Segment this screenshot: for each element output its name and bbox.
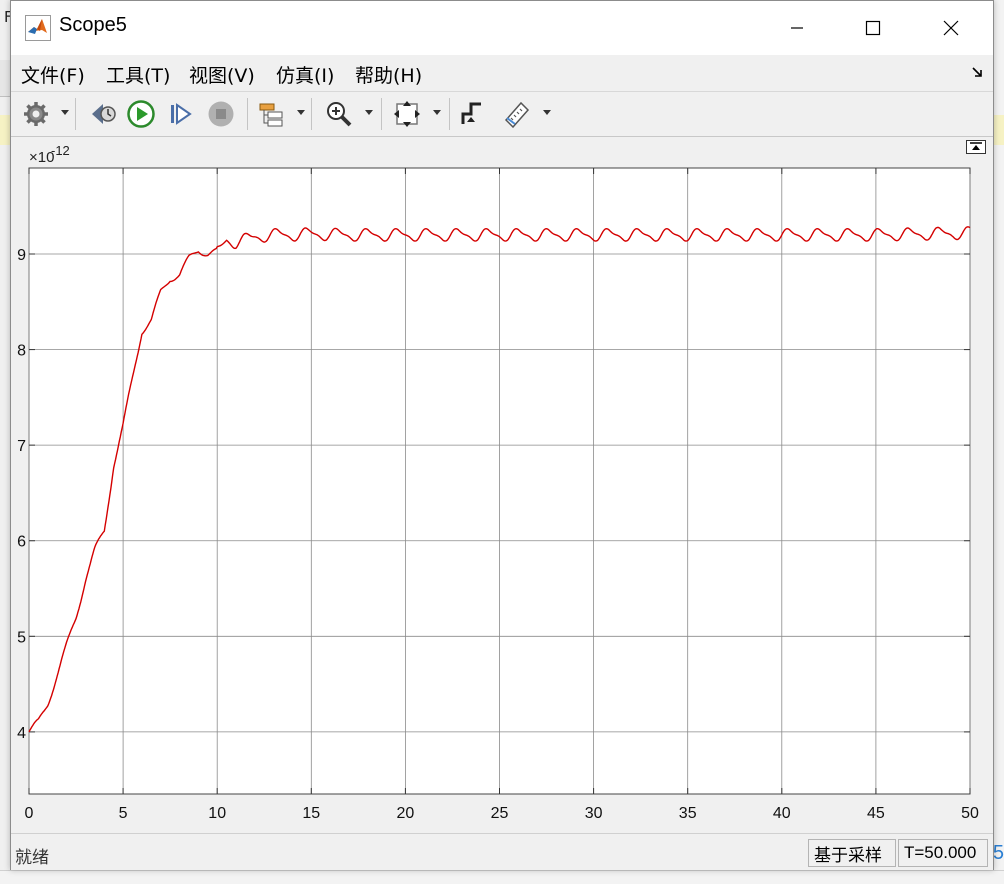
settings-button[interactable] — [21, 98, 51, 130]
menu-help[interactable]: 帮助(H) — [355, 61, 422, 88]
stop-icon — [208, 101, 234, 127]
status-time: T=50.000 — [898, 839, 988, 867]
measurements-button[interactable] — [501, 98, 533, 130]
run-icon — [127, 100, 155, 128]
maximize-icon — [865, 20, 881, 36]
y-exponent-power: -12 — [51, 143, 70, 158]
maximize-button[interactable] — [845, 1, 901, 55]
zoom-in-icon — [327, 102, 352, 127]
toolbar-separator — [311, 98, 312, 130]
settings-dropdown-arrow[interactable] — [61, 110, 69, 115]
step-forward-icon — [171, 103, 192, 125]
undock-arrow-icon[interactable] — [971, 65, 985, 79]
x-tick-label: 5 — [119, 805, 128, 822]
x-tick-label: 15 — [302, 805, 320, 822]
status-mode: 基于采样 — [808, 839, 896, 867]
x-tick-label: 35 — [679, 805, 697, 822]
zoom-dropdown-arrow[interactable] — [365, 110, 373, 115]
x-tick-label: 10 — [208, 805, 226, 822]
x-tick-label: 40 — [773, 805, 791, 822]
toolbar-separator — [247, 98, 248, 130]
triggers-icon — [461, 102, 481, 124]
x-tick-label: 50 — [961, 805, 979, 822]
stop-button[interactable] — [205, 98, 237, 130]
status-state: 就绪 — [15, 848, 49, 868]
matlab-logo-icon — [25, 15, 51, 41]
step-back-button[interactable] — [87, 98, 119, 130]
x-tick-label: 0 — [25, 805, 34, 822]
step-back-icon — [92, 104, 116, 124]
toolbar-separator — [449, 98, 450, 130]
close-button[interactable] — [923, 1, 979, 55]
scope-display[interactable]: ×10 -12 0 5 10 15 20 25 30 35 40 45 50 4 5 6 7 8 9 — [11, 137, 993, 831]
x-tick-label: 45 — [867, 805, 885, 822]
menu-bar: 文件(F) 工具(T) 视图(V) 仿真(I) 帮助(H) — [11, 55, 993, 91]
measurements-icon — [504, 101, 530, 128]
x-tick-label: 20 — [397, 805, 415, 822]
window-title: Scope5 — [59, 14, 127, 36]
close-icon — [943, 20, 959, 36]
menu-file[interactable]: 文件(F) — [21, 61, 85, 88]
menu-simulation[interactable]: 仿真(I) — [276, 61, 334, 88]
triggers-button[interactable] — [457, 98, 487, 130]
minimize-button[interactable] — [769, 1, 825, 55]
toolbar-separator — [381, 98, 382, 130]
signal-dropdown-arrow[interactable] — [297, 110, 305, 115]
y-tick-label: 7 — [17, 438, 26, 455]
background-blue-glyph: 5 — [992, 842, 1004, 864]
step-forward-button[interactable] — [165, 98, 197, 130]
undock-axes-icon — [970, 142, 982, 150]
zoom-button[interactable] — [323, 98, 355, 130]
y-tick-label: 4 — [17, 725, 26, 742]
signal-hierarchy-icon — [259, 103, 283, 127]
y-tick-label: 6 — [17, 534, 26, 551]
fit-dropdown-arrow[interactable] — [433, 110, 441, 115]
toolbar — [11, 91, 993, 137]
x-tick-label: 30 — [585, 805, 603, 822]
measurements-dropdown-arrow[interactable] — [543, 110, 551, 115]
run-button[interactable] — [125, 98, 157, 130]
scope-plot[interactable]: ×10 -12 0 5 10 15 20 25 30 35 40 45 50456789 — [11, 137, 993, 831]
settings-icon — [24, 102, 48, 126]
background-window-right — [993, 0, 1004, 883]
menu-view[interactable]: 视图(V) — [189, 61, 255, 88]
undock-axes-button[interactable] — [966, 140, 986, 154]
background-info-strip-right — [994, 115, 1004, 145]
scope-window: Scope5 文件(F) 工具(T) 视图(V) 仿真(I) 帮助(H) ×10… — [10, 0, 994, 870]
signal-hierarchy-button[interactable] — [257, 98, 287, 130]
fit-to-view-button[interactable] — [391, 98, 423, 130]
y-tick-label: 9 — [17, 247, 26, 264]
y-tick-label: 8 — [17, 343, 26, 360]
status-bar: 就绪 基于采样 T=50.000 — [11, 833, 993, 870]
minimize-icon — [791, 27, 803, 29]
x-tick-label: 25 — [491, 805, 509, 822]
menu-tools[interactable]: 工具(T) — [106, 61, 170, 88]
toolbar-separator — [75, 98, 76, 130]
title-bar[interactable]: Scope5 — [11, 1, 993, 55]
background-window-bottom — [0, 870, 1004, 884]
y-tick-label: 5 — [17, 629, 26, 646]
fit-to-view-icon — [394, 101, 420, 127]
